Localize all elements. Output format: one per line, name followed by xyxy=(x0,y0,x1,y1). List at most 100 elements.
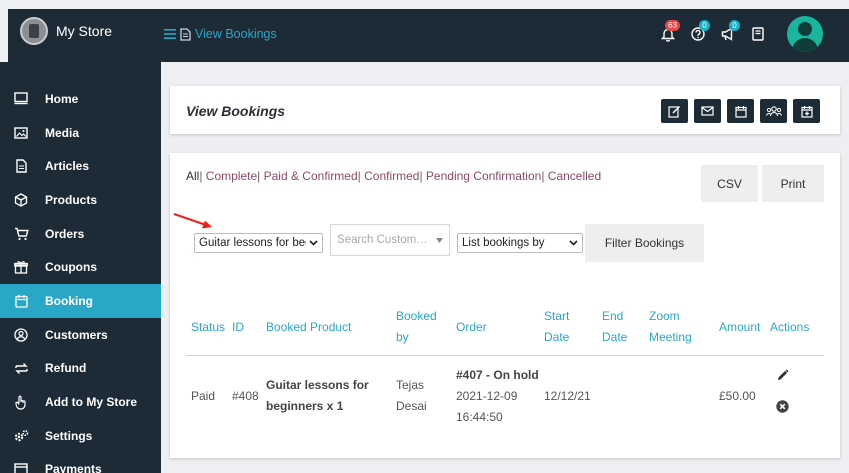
sidebar-item-products[interactable]: Products xyxy=(0,183,161,217)
user-circle-icon xyxy=(13,327,29,343)
cell-order[interactable]: #407 - On hold 2021-12-09 16:44:50 xyxy=(456,365,539,428)
cell-line: Desai xyxy=(396,399,427,413)
help-button[interactable]: 0 xyxy=(683,16,713,52)
breadcrumb-current[interactable]: View Bookings xyxy=(195,27,277,41)
sidebar-item-label: Products xyxy=(45,192,98,207)
cell-amount: £50.00 xyxy=(719,389,756,403)
column-header-zoom-meeting[interactable]: Zoom Meeting xyxy=(649,306,692,348)
sidebar-item-payments[interactable]: Payments xyxy=(0,453,161,473)
annotation-arrow-icon xyxy=(173,213,212,229)
help-badge: 0 xyxy=(699,20,710,31)
pencil-icon xyxy=(778,369,789,380)
user-avatar[interactable] xyxy=(787,16,823,52)
table-header-divider xyxy=(186,355,824,356)
bookings-card: All| Complete| Paid & Confirmed| Confirm… xyxy=(170,153,840,458)
caret-down-icon xyxy=(436,234,443,246)
sidebar-item-orders[interactable]: Orders xyxy=(0,217,161,251)
close-circle-icon xyxy=(776,400,789,413)
calendar-icon xyxy=(13,293,29,309)
avatar-body xyxy=(792,38,818,52)
column-header-end-date[interactable]: End Date xyxy=(602,306,627,348)
list-bookings-by-value: List bookings by xyxy=(462,237,545,249)
header-line: Date xyxy=(544,330,570,344)
header-line: Date xyxy=(602,330,628,344)
breadcrumb: View Bookings xyxy=(164,27,277,41)
sidebar-item-label: Settings xyxy=(45,428,93,443)
cancel-booking-button[interactable] xyxy=(776,400,789,413)
filter-paid-confirmed[interactable]: Paid & Confirmed xyxy=(264,169,358,183)
hamburger-menu-icon[interactable] xyxy=(164,29,176,39)
envelope-icon xyxy=(701,106,714,116)
customer-search[interactable]: Search Custom… xyxy=(330,224,450,256)
filter-cancelled[interactable]: Cancelled xyxy=(548,169,601,183)
filter-complete[interactable]: Complete xyxy=(206,169,257,183)
column-header-status[interactable]: Status xyxy=(191,317,225,338)
customers-button[interactable] xyxy=(760,99,787,123)
monitor-icon xyxy=(13,91,29,107)
sidebar-item-settings[interactable]: Settings xyxy=(0,419,161,453)
avatar-head xyxy=(798,22,812,36)
chevron-down-icon xyxy=(309,240,318,246)
sidebar-item-add-to-my-store[interactable]: Add to My Store xyxy=(0,385,161,419)
cell-line: beginners x 1 xyxy=(266,399,344,413)
cell-line: Tejas xyxy=(396,378,425,392)
email-button[interactable] xyxy=(694,99,721,123)
document-icon xyxy=(180,27,191,41)
filter-bookings-button[interactable]: Filter Bookings xyxy=(585,224,704,262)
sidebar-item-label: Orders xyxy=(45,226,85,241)
page-header-card: View Bookings xyxy=(170,86,840,134)
cell-booked-product[interactable]: Guitar lessons for beginners x 1 xyxy=(266,375,369,417)
add-booking-button[interactable] xyxy=(793,99,820,123)
cell-status: Paid xyxy=(191,389,216,403)
filter-confirmed[interactable]: Confirmed xyxy=(364,169,419,183)
column-header-amount[interactable]: Amount xyxy=(719,317,760,338)
column-header-actions: Actions xyxy=(770,320,810,334)
sidebar-item-label: Home xyxy=(45,91,79,106)
column-header-booked-by[interactable]: Booked by xyxy=(396,306,437,348)
store-brand[interactable]: My Store xyxy=(20,17,112,45)
print-button[interactable]: Print xyxy=(762,165,824,202)
sidebar-item-refund[interactable]: Refund xyxy=(0,352,161,386)
filter-pending-confirmation[interactable]: Pending Confirmation xyxy=(426,169,541,183)
notifications-button[interactable]: 63 xyxy=(653,16,683,52)
header-line: Zoom xyxy=(649,309,680,323)
column-header-id[interactable]: ID xyxy=(232,317,244,338)
order-date: 2021-12-09 xyxy=(456,389,518,403)
header-line: End xyxy=(602,309,624,323)
hand-pointer-icon xyxy=(13,394,29,410)
header-line: by xyxy=(396,330,409,344)
sidebar-item-coupons[interactable]: Coupons xyxy=(0,250,161,284)
filter-all[interactable]: All xyxy=(186,169,199,183)
column-header-booked-product[interactable]: Booked Product xyxy=(266,317,351,338)
sidebar-item-label: Payments xyxy=(45,462,102,473)
csv-button[interactable]: CSV xyxy=(701,165,758,202)
column-header-order[interactable]: Order xyxy=(456,317,487,338)
page-title: View Bookings xyxy=(186,103,286,119)
sidebar-item-home[interactable]: Home xyxy=(0,82,161,116)
users-icon xyxy=(765,106,782,117)
status-filters: All| Complete| Paid & Confirmed| Confirm… xyxy=(186,169,601,183)
store-logo xyxy=(20,17,48,45)
sidebar-item-articles[interactable]: Articles xyxy=(0,149,161,183)
list-bookings-by-select[interactable]: List bookings by xyxy=(457,233,583,253)
calendar-button[interactable] xyxy=(727,99,754,123)
edit-booking-button[interactable] xyxy=(776,369,789,382)
announcements-button[interactable]: 0 xyxy=(713,16,743,52)
cell-id: #408 xyxy=(232,389,259,403)
sidebar-item-customers[interactable]: Customers xyxy=(0,318,161,352)
refund-icon xyxy=(13,360,29,376)
column-header-start-date[interactable]: Start Date xyxy=(544,306,569,348)
calendar-plus-icon xyxy=(800,105,813,118)
sidebar-item-media[interactable]: Media xyxy=(0,116,161,150)
edit-icon xyxy=(668,105,681,118)
book-button[interactable] xyxy=(743,16,773,52)
sidebar-item-booking[interactable]: Booking xyxy=(0,284,161,318)
edit-button[interactable] xyxy=(661,99,688,123)
header-line: Booked xyxy=(396,309,437,323)
sidebar-item-label: Booking xyxy=(45,293,93,308)
cart-icon xyxy=(13,226,29,242)
product-select[interactable]: Guitar lessons for beginners xyxy=(194,233,323,253)
gears-icon xyxy=(13,428,29,444)
top-bar: My Store View Bookings 63 0 0 xyxy=(8,9,849,62)
